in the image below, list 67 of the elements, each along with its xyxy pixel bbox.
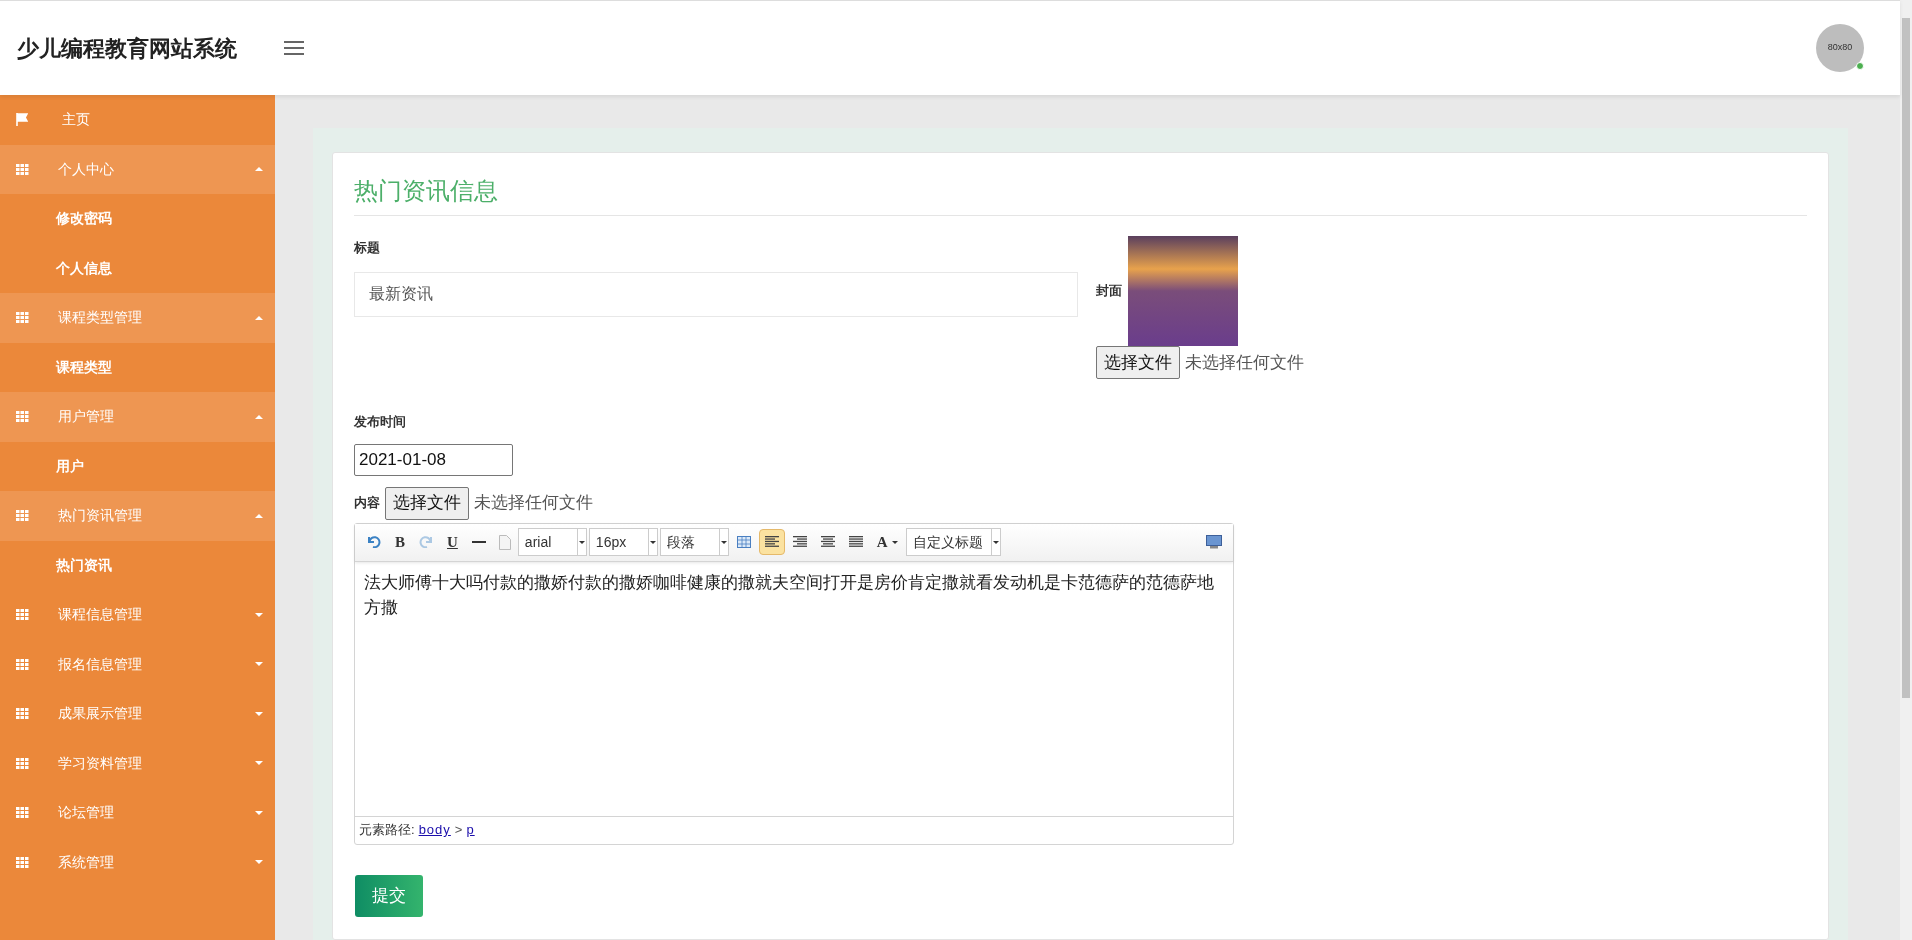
align-left-button[interactable]	[758, 529, 785, 555]
site-title: 少儿编程教育网站系统	[17, 34, 237, 63]
grid-icon	[16, 856, 29, 868]
editor-text[interactable]: 法大师傅十大吗付款的撒娇付款的撒娇咖啡健康的撒就夫空间打开是房价肯定撒就看发动机是卡范德萨的范德萨地方撒	[355, 561, 1233, 816]
grid-icon	[16, 510, 29, 522]
grid-icon	[16, 609, 29, 621]
justify-icon	[848, 536, 863, 548]
align-center-icon	[820, 536, 835, 548]
caret-icon	[992, 540, 999, 544]
sidebar-item[interactable]: 热门资讯管理	[0, 491, 275, 541]
caret-down-icon	[255, 662, 263, 667]
flag-icon	[16, 113, 28, 127]
menu-icon[interactable]	[284, 40, 304, 56]
file-status: 未选择任何文件	[474, 492, 593, 515]
grid-icon	[16, 757, 29, 769]
caret-icon	[891, 540, 898, 544]
file-status: 未选择任何文件	[1185, 351, 1304, 374]
choose-file-button[interactable]: 选择文件	[385, 486, 469, 520]
caret-down-icon	[255, 860, 263, 865]
toolbar-dropdown[interactable]: 自定义标题	[905, 528, 1001, 556]
align-left-icon	[764, 536, 779, 548]
caret-icon	[720, 540, 727, 544]
path-separator: >	[454, 821, 463, 840]
redo-icon	[419, 536, 433, 548]
undo-icon	[367, 536, 381, 548]
caret-up-icon	[255, 414, 263, 419]
toolbar-dropdown[interactable]: 段落	[659, 528, 729, 556]
sidebar-item[interactable]: 课程类型管理	[0, 293, 275, 343]
form-title: 热门资讯信息	[354, 173, 1807, 216]
font-color-button[interactable]: A	[870, 529, 904, 555]
grid-icon	[16, 312, 29, 324]
grid-icon	[16, 708, 29, 720]
avatar[interactable]: 80x80	[1816, 24, 1864, 72]
grid-icon	[16, 658, 29, 670]
caret-up-icon	[255, 167, 263, 172]
grid-icon	[16, 807, 29, 819]
underline-button[interactable]: U	[441, 529, 464, 555]
field-label: 标题	[354, 239, 380, 257]
caret-up-icon	[255, 513, 263, 518]
caret-icon	[649, 540, 656, 544]
caret-down-icon	[255, 711, 263, 716]
caret-up-icon	[255, 315, 263, 320]
element-path-link[interactable]: p	[466, 820, 475, 840]
bold-button[interactable]: B	[389, 529, 411, 555]
monitor-icon	[1206, 535, 1222, 549]
grid-icon	[16, 163, 29, 175]
date-input[interactable]: 2021-01-08	[354, 443, 513, 476]
submit-button[interactable]: 提交	[355, 874, 423, 917]
caret-down-icon	[255, 810, 263, 815]
caret-down-icon	[255, 612, 263, 617]
sidebar-item[interactable]: 用户管理	[0, 392, 275, 442]
field-label: 发布时间	[354, 413, 406, 431]
grid-icon	[16, 411, 29, 423]
element-path-label: 元素路径:	[359, 821, 415, 840]
toolbar-dropdown[interactable]: arial	[517, 528, 587, 556]
sidebar-item[interactable]: 个人中心	[0, 144, 275, 194]
align-right-icon	[792, 536, 807, 548]
table-icon	[736, 536, 751, 548]
element-path-link[interactable]: body	[418, 820, 451, 840]
caret-down-icon	[255, 761, 263, 766]
toolbar-dropdown[interactable]: 16px	[588, 528, 658, 556]
caret-icon	[578, 540, 585, 544]
field-label: 内容	[354, 494, 380, 513]
choose-file-button[interactable]: 选择文件	[1096, 346, 1180, 379]
page-icon	[498, 534, 511, 550]
title-input[interactable]: 最新资讯	[354, 271, 1078, 317]
field-label: 封面	[1096, 282, 1122, 301]
